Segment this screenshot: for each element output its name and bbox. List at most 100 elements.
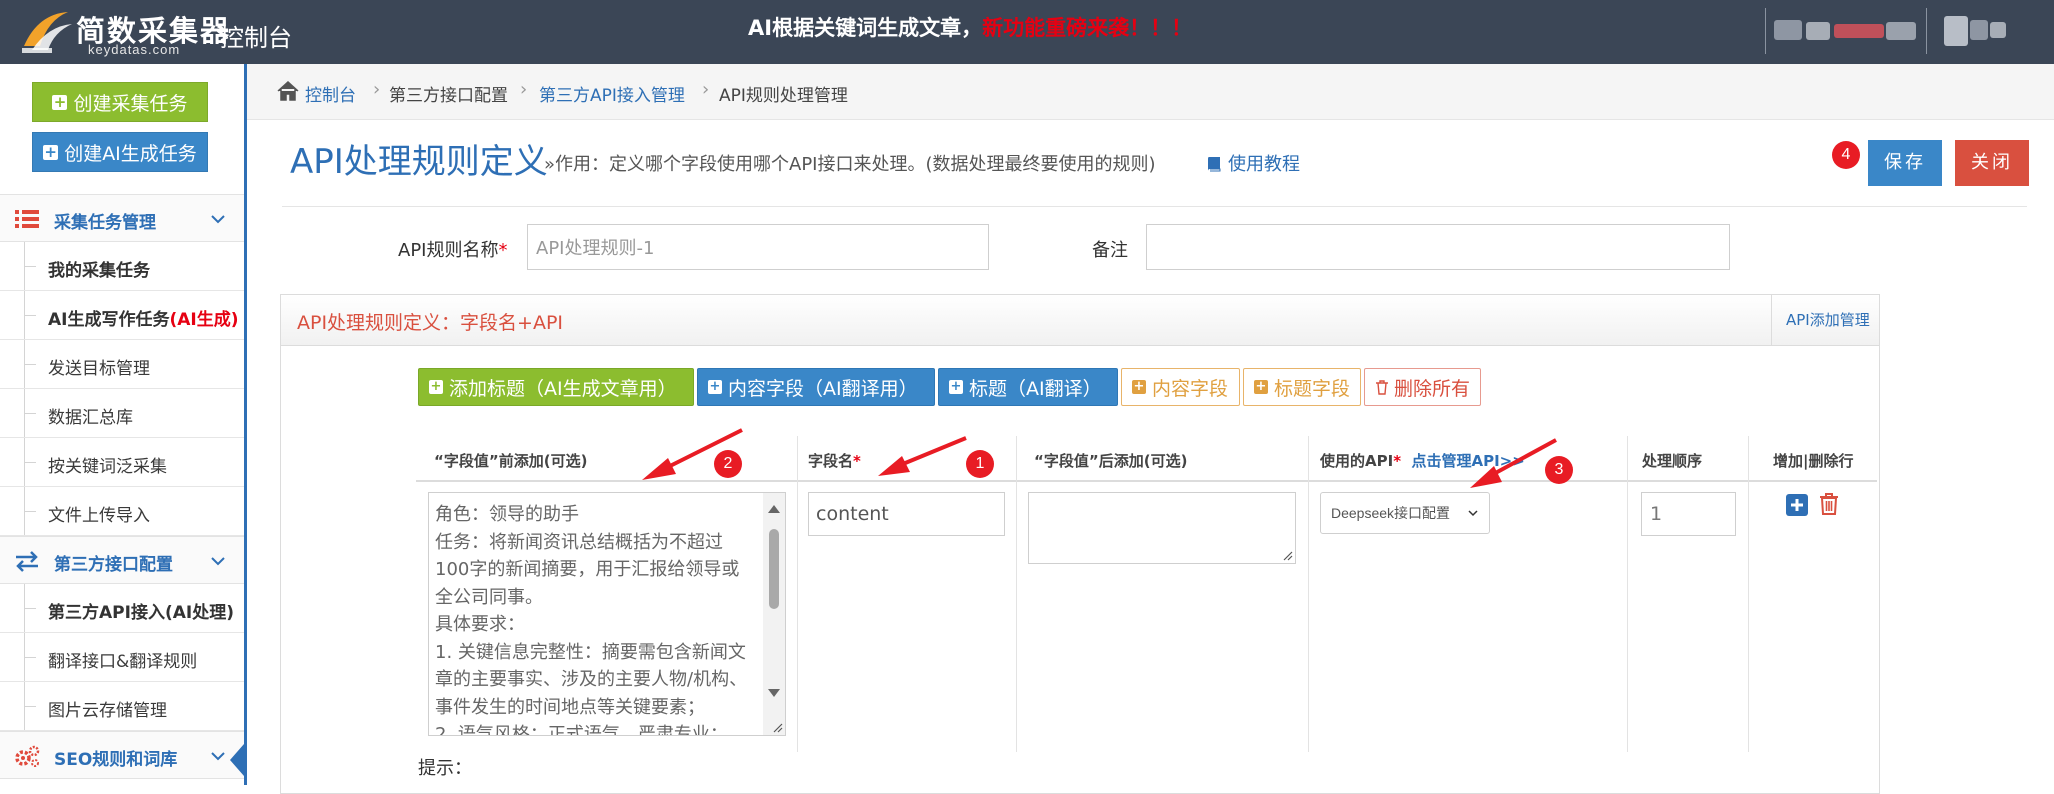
chevron-down-icon [1468, 510, 1478, 517]
create-ai-task-button[interactable]: + 创建AI生成任务 [32, 132, 208, 172]
api-select-value: Deepseek接口配置 [1331, 505, 1451, 521]
hint-label: 提示： [418, 758, 472, 779]
tutorial-link[interactable]: 使用教程 [1206, 150, 1300, 176]
breadcrumb-home[interactable]: 控制台 [305, 81, 356, 106]
sidebar-item-label: 数据汇总库 [48, 408, 133, 428]
logo-icon[interactable] [18, 6, 76, 58]
page-description: »作用：定义哪个字段使用哪个API接口来处理。(数据处理最终要使用的规则) [544, 154, 1156, 175]
add-row-icon[interactable] [1786, 494, 1808, 516]
breadcrumb-level2[interactable]: 第三方API接入管理 [539, 81, 685, 106]
breadcrumb: 控制台 › 第三方接口配置 › 第三方API接入管理 › API规则处理管理 [247, 64, 2054, 120]
breadcrumb-separator: › [520, 79, 528, 100]
api-select[interactable]: Deepseek接口配置 [1320, 492, 1490, 534]
button-label: 内容字段 [1152, 377, 1229, 400]
announcement-highlight: 新功能重磅来袭！！！ [982, 16, 1193, 40]
plus-icon: + [708, 379, 722, 394]
sidebar-item-image-storage[interactable]: 图片云存储管理 [0, 682, 244, 731]
step-badge-1: 1 [966, 450, 994, 478]
sidebar-item-third-party-api[interactable]: 第三方API接入(AI处理) [0, 584, 244, 633]
logo-subtitle: keydatas.com [88, 42, 181, 57]
delete-all-button[interactable]: 删除所有 [1364, 368, 1481, 406]
rule-name-input[interactable] [527, 224, 989, 270]
user-info-blurred[interactable] [1765, 8, 1927, 54]
column-divider [1016, 436, 1017, 752]
column-header-field-text: 字段名 [808, 452, 854, 470]
sidebar-group-seo[interactable]: SEO规则和词库 [0, 731, 244, 779]
tutorial-label: 使用教程 [1228, 154, 1300, 175]
content-field-button[interactable]: + 内容字段 [1121, 368, 1240, 406]
sidebar-item-my-tasks[interactable]: 我的采集任务 [0, 242, 244, 291]
chevron-down-icon [211, 557, 225, 566]
sidebar-group-label: 采集任务管理 [54, 213, 156, 233]
save-button[interactable]: 保存 [1868, 140, 1942, 186]
sidebar-item-translation[interactable]: 翻译接口&翻译规则 [0, 633, 244, 682]
button-label: 添加标题（AI生成文章用） [449, 377, 677, 400]
sidebar-collapse-handle[interactable] [230, 744, 244, 776]
scroll-down-arrow-icon[interactable] [768, 689, 780, 697]
gears-icon [15, 745, 40, 767]
column-divider [1627, 436, 1628, 752]
textarea-scrollbar[interactable] [763, 493, 785, 735]
sidebar-group-label: SEO规则和词库 [54, 750, 178, 770]
rule-name-label: API规则名称* [398, 236, 507, 262]
create-task-button[interactable]: + 创建采集任务 [32, 82, 208, 122]
sidebar-item-send-targets[interactable]: 发送目标管理 [0, 340, 244, 389]
plus-icon: + [43, 142, 59, 161]
required-mark: * [1393, 452, 1402, 470]
remark-label: 备注 [1092, 240, 1128, 261]
sidebar-item-ai-writing[interactable]: AI生成写作任务(AI生成) [0, 291, 244, 340]
breadcrumb-separator: › [373, 79, 381, 100]
resize-grip-icon[interactable] [1281, 549, 1293, 561]
announcement[interactable]: AI根据关键词生成文章，新功能重磅来袭！！！ [748, 12, 1192, 42]
chevron-down-icon [211, 215, 225, 224]
prefix-textarea[interactable]: 角色：领导的助手 任务：将新闻资讯总结概括为不超过100字的新闻摘要，用于汇报给… [428, 492, 786, 736]
button-label: 内容字段（AI翻译用） [728, 377, 918, 400]
sidebar-item-keyword-collect[interactable]: 按关键词泛采集 [0, 438, 244, 487]
content-field-ai-button[interactable]: + 内容字段（AI翻译用） [697, 368, 935, 406]
book-icon [1208, 157, 1221, 172]
suffix-textarea[interactable] [1028, 492, 1296, 564]
step-badge-3: 3 [1545, 456, 1573, 484]
user-menu-blurred[interactable] [1940, 8, 2010, 54]
order-input[interactable] [1641, 492, 1736, 536]
sidebar-item-label: 按关键词泛采集 [48, 457, 167, 477]
remark-input[interactable] [1146, 224, 1730, 270]
add-title-ai-button[interactable]: + 添加标题（AI生成文章用） [418, 368, 694, 406]
manage-api-link[interactable]: 点击管理API>> [1412, 452, 1525, 470]
plus-icon: + [429, 379, 443, 394]
column-header-suffix: “字段值”后添加(可选) [1034, 452, 1188, 470]
button-label: 标题字段 [1273, 377, 1350, 400]
rule-name-label-text: API规则名称 [398, 240, 499, 261]
sidebar-group-task-management[interactable]: 采集任务管理 [0, 194, 244, 242]
top-bar: 简数采集器 keydatas.com 控制台 AI根据关键词生成文章，新功能重磅… [0, 0, 2054, 64]
required-mark: * [853, 452, 861, 470]
resize-grip-icon[interactable] [771, 721, 783, 733]
sidebar-item-label: 第三方API接入(AI处理) [48, 603, 234, 623]
sidebar-item-data-library[interactable]: 数据汇总库 [0, 389, 244, 438]
home-icon [277, 81, 299, 101]
sidebar-item-label: 我的采集任务 [48, 261, 150, 281]
sidebar: + 创建采集任务 + 创建AI生成任务 采集任务管理 我的采集任务 AI生成写作任务… [0, 64, 247, 785]
sidebar-group-third-party[interactable]: 第三方接口配置 [0, 536, 244, 584]
scroll-up-arrow-icon[interactable] [768, 505, 780, 513]
required-mark: * [498, 240, 508, 261]
sidebar-item-label: AI生成写作任务(AI生成) [48, 305, 239, 330]
create-ai-task-label: 创建AI生成任务 [64, 142, 197, 165]
console-title[interactable]: 控制台 [220, 18, 292, 53]
close-button[interactable]: 关闭 [1955, 140, 2029, 186]
api-manage-link[interactable]: API添加管理 [1771, 295, 1870, 345]
delete-row-icon[interactable] [1818, 492, 1840, 516]
scroll-thumb[interactable] [769, 529, 779, 609]
plus-icon: + [52, 92, 68, 111]
title-field-button[interactable]: + 标题字段 [1243, 368, 1361, 406]
breadcrumb-level1[interactable]: 第三方接口配置 [389, 81, 508, 106]
create-task-label: 创建采集任务 [73, 92, 188, 115]
field-name-input[interactable] [808, 492, 1005, 536]
transfer-icon [16, 551, 38, 572]
page-title: API处理规则定义 [290, 142, 548, 182]
column-header-api: 使用的API* 点击管理API>> [1320, 450, 1525, 471]
header-divider [282, 206, 2027, 207]
sidebar-item-file-upload[interactable]: 文件上传导入 [0, 487, 244, 536]
title-ai-translate-button[interactable]: + 标题（AI翻译） [938, 368, 1118, 406]
trash-icon [1375, 379, 1388, 395]
